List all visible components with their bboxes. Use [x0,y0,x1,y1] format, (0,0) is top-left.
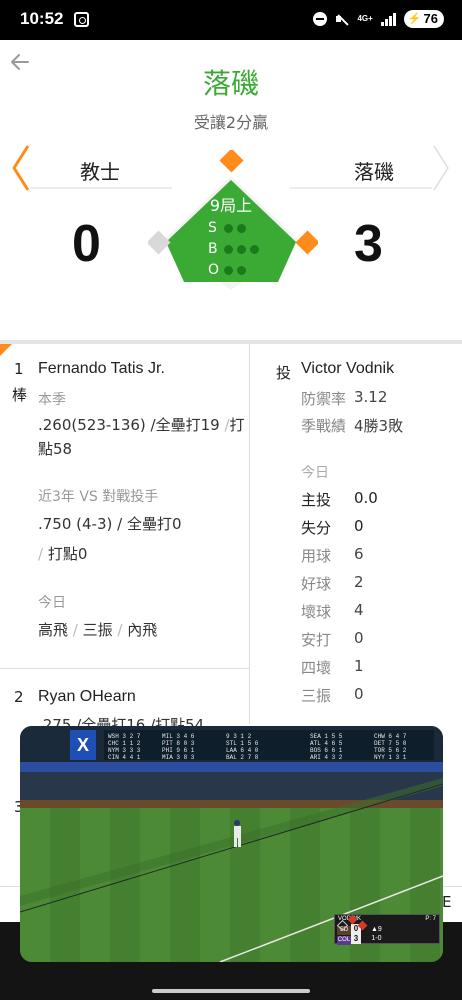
pitcher-stat-label: 三振 [301,687,332,705]
era-label: 防禦率 [301,390,347,408]
svg-text:CIN 4 4 1: CIN 4 4 1 [108,754,141,761]
odds-text: 受讓2分贏 [193,113,269,132]
sbo-labels: S B O [208,218,219,281]
row-divider [0,668,250,669]
scorebug-bases-icon [336,915,368,931]
network-type: 4G+ [357,14,373,23]
app-root: 10:52 4G+ ⚡ 76 落磯 受讓2分贏 教士 落磯 0 3 9局上 S … [0,0,462,1000]
svg-text:LAA 6 4 0: LAA 6 4 0 [226,747,259,754]
season-stats: .260(523-136) /全壘打19 /打 [38,416,245,434]
pitcher-stat-label: 好球 [301,575,332,593]
pitcher-role: 投 [276,364,292,382]
video-player[interactable]: WSH 3 2 7 CHC 1 1 2 NYM 3 3 3 CIN 4 4 1 MIL… [20,726,443,962]
ball-label: B [208,241,218,257]
strike-dots [224,224,259,245]
home-score: 3 [354,215,383,273]
battery-icon: ⚡ 76 [403,10,444,28]
pitcher-stat-label: 四壞 [301,659,332,677]
pitcher-stat-value: 6 [354,545,364,563]
dnd-icon [313,12,328,26]
next-batter-name[interactable]: Ryan OHearn [38,688,136,706]
svg-text:BAL 2 7 8: BAL 2 7 8 [226,754,259,761]
season-stats-rbi: 點58 [38,440,73,458]
svg-text:PIT 8 0 3: PIT 8 0 3 [162,740,195,747]
third-base-icon [148,230,171,255]
batter-role: 棒 [12,386,28,404]
signal-icon [380,12,396,26]
status-time: 10:52 [20,9,64,28]
pitcher-stat-label: 用球 [301,547,332,565]
today-results: 高飛 / 三振 / 內飛 [38,621,158,639]
inning-indicator: 9局上 [209,196,253,215]
status-bar: 10:52 4G+ ⚡ 76 [0,0,462,40]
mute-icon [335,12,349,26]
pitcher-stat-value: 2 [354,573,364,591]
next-batter-order: 2 [14,688,24,706]
pitcher-stat-label: 主投 [301,491,332,509]
vs-pitcher-rbi: / 打點0 [38,545,88,563]
svg-text:BOS 6 6 1: BOS 6 6 1 [310,747,343,754]
pitcher-stat-label: 失分 [301,519,332,537]
svg-text:STL 1 5 6: STL 1 5 6 [226,740,259,747]
pitcher-stat-value: 0 [354,629,364,647]
screen-record-icon [74,12,89,27]
second-base-icon [219,150,244,173]
batter-order: 1 [14,360,24,378]
scorebug-pitch-count: P: 7 [425,916,436,922]
battery-level: 76 [423,11,438,26]
strike-label: S [208,220,217,236]
scorebug-home-score: 3 [351,934,361,944]
out-label: O [208,262,220,278]
svg-text:PHI 9 6 1: PHI 9 6 1 [162,747,195,754]
page-title: 落磯 [202,67,259,100]
svg-text:ATL 4 6 5: ATL 4 6 5 [310,740,343,747]
svg-text:MIL 3 4 6: MIL 3 4 6 [162,733,195,740]
svg-text:NYY 1 3 1: NYY 1 3 1 [374,754,407,761]
season-label: 本季 [38,392,66,408]
svg-text:DET 7 5 0: DET 7 5 0 [374,740,407,747]
pitcher-stat-value: 0 [354,517,364,535]
svg-text:SEA 1 5 5: SEA 1 5 5 [310,733,343,740]
svg-text:NYM 3 3 3: NYM 3 3 3 [108,747,141,754]
charging-icon: ⚡ [407,13,422,25]
first-base-icon [295,230,318,255]
svg-text:TOR 5 6 2: TOR 5 6 2 [374,747,407,754]
out-dots [224,266,259,287]
home-indicator[interactable] [152,989,310,993]
svg-text:CHW 6 4 7: CHW 6 4 7 [374,733,407,740]
batter-name[interactable]: Fernando Tatis Jr. [38,360,165,378]
record-value: 4勝3敗 [354,417,404,435]
current-batter-marker [0,344,12,356]
pitcher-stat-value: 4 [354,601,364,619]
pitcher-stat-label: 壞球 [301,603,332,621]
away-score: 0 [72,215,101,273]
today-label: 今日 [38,595,66,611]
pitcher-stat-value: 0.0 [354,489,378,507]
tv-scorebug: VODNIK P: 7 SD0 COL3 ▲9 1-0 [334,914,440,945]
pitcher-today-label: 今日 [301,465,329,481]
svg-text:9 3 1 2: 9 3 1 2 [226,733,252,740]
scorebug-home-team: COL [337,936,351,945]
pitcher-stat-label: 安打 [301,631,332,649]
peek-letter: E [442,893,452,911]
era-value: 3.12 [354,388,388,406]
ball-dots [224,245,259,266]
pitcher-stat-value: 0 [354,685,364,703]
record-label: 季戰績 [301,417,347,435]
count-dots [224,224,259,287]
vs-pitcher-label: 近3年 VS 對戰投手 [38,489,159,505]
svg-text:CHC 1 1 2: CHC 1 1 2 [108,740,141,747]
svg-text:MIA 3 8 3: MIA 3 8 3 [162,754,195,761]
status-icons: 4G+ ⚡ 76 [313,10,444,28]
svg-text:ARI 4 3 2: ARI 4 3 2 [310,754,343,761]
network-logo: X [70,730,96,760]
scorebug-inning: ▲9 1-0 [371,926,382,942]
vs-pitcher-stats: .750 (4-3) / 全壘打0 [38,515,182,533]
pitcher-name[interactable]: Victor Vodnik [301,360,394,378]
pitcher-stat-value: 1 [354,657,364,675]
svg-text:WSH 3 2 7: WSH 3 2 7 [108,733,141,740]
